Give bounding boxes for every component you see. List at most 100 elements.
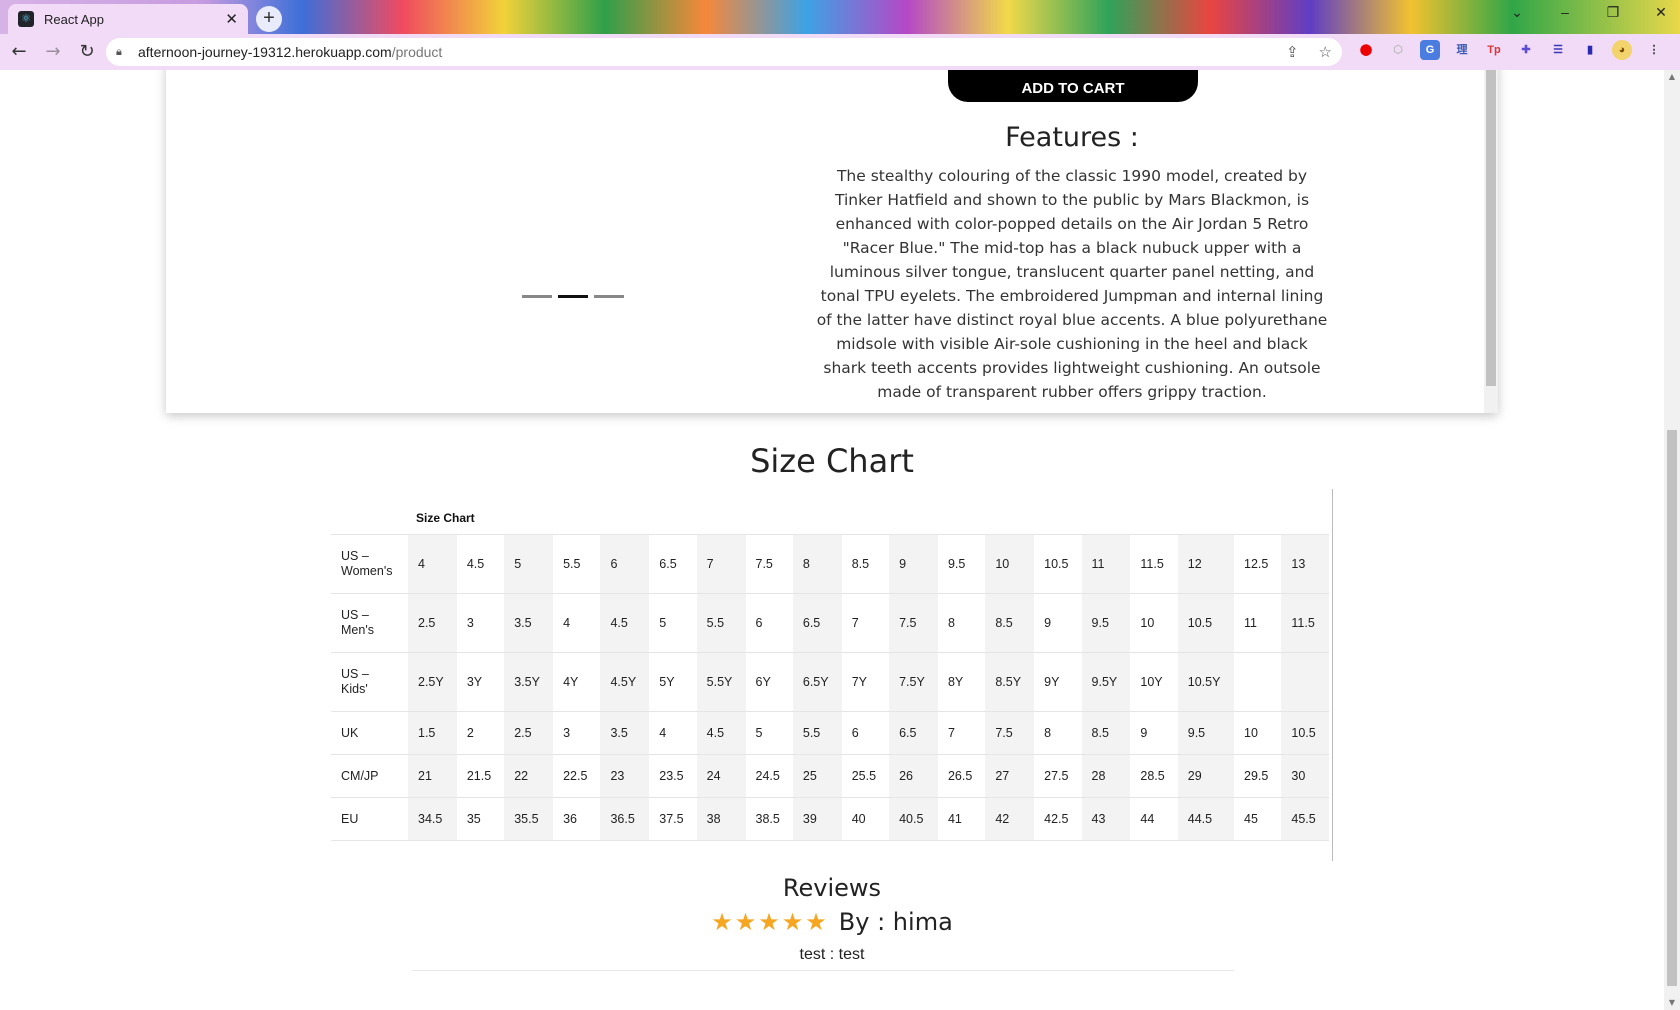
star-icon: ★: [734, 908, 757, 936]
size-cell: 25.5: [841, 754, 890, 798]
size-cell: 36: [553, 797, 601, 841]
size-cell: 9Y: [1034, 652, 1082, 712]
size-row-label: US – Women's: [331, 534, 408, 594]
size-cell: 6.5: [792, 593, 842, 653]
size-cell: 4.5: [600, 593, 650, 653]
card-scrollbar-thumb[interactable]: [1486, 70, 1496, 386]
size-cell: 42.5: [1034, 797, 1082, 841]
tp-extension-icon[interactable]: Tp: [1484, 40, 1504, 60]
reading-list-icon[interactable]: ☰: [1548, 40, 1568, 60]
size-cell: 28.5: [1130, 754, 1178, 798]
extension-icon[interactable]: ⬡: [1388, 40, 1408, 60]
size-cell: 5.5: [792, 711, 842, 755]
size-cell: 5: [504, 534, 554, 594]
reload-icon[interactable]: ↻: [72, 37, 102, 67]
restore-icon[interactable]: ❐: [1604, 4, 1622, 21]
size-cell: 9: [889, 534, 938, 594]
side-panel-icon[interactable]: ▮: [1580, 40, 1600, 60]
back-arrow-icon[interactable]: ←: [4, 37, 34, 67]
browser-tab[interactable]: ⚛ React App ✕: [8, 4, 248, 34]
size-chart-heading: Size Chart: [750, 442, 914, 480]
size-cell: 6: [745, 593, 793, 653]
size-cell: 27.5: [1034, 754, 1082, 798]
share-icon[interactable]: ⇪: [1286, 43, 1299, 61]
scroll-up-icon[interactable]: ▲: [1667, 72, 1677, 82]
size-cell: 29.5: [1234, 754, 1282, 798]
features-title: Features :: [1005, 122, 1139, 153]
scroll-down-icon[interactable]: ▼: [1667, 998, 1677, 1008]
size-cell: 7Y: [841, 652, 890, 712]
opera-extension-icon[interactable]: ⬤: [1356, 40, 1376, 60]
star-icon: ★: [711, 908, 733, 936]
size-cell: 45: [1234, 797, 1282, 841]
size-cell: 5: [745, 711, 793, 755]
puzzle-extensions-icon[interactable]: ✚: [1516, 40, 1536, 60]
size-cell: 10Y: [1130, 652, 1178, 712]
size-cell: 8Y: [937, 652, 986, 712]
size-cell: 21.5: [456, 754, 505, 798]
review-author: By : hima: [838, 908, 953, 936]
close-tab-icon[interactable]: ✕: [225, 10, 238, 28]
size-cell: 8: [1034, 711, 1082, 755]
size-cell: 3Y: [456, 652, 505, 712]
size-cell: 10: [985, 534, 1035, 594]
size-cell: 9: [1130, 711, 1178, 755]
size-cell: 7.5Y: [889, 652, 938, 712]
size-cell: 2: [456, 711, 505, 755]
size-cell: 8.5Y: [985, 652, 1035, 712]
size-cell: 42: [985, 797, 1035, 841]
profile-avatar[interactable]: ◕: [1612, 40, 1632, 60]
lock-icon[interactable]: 🔒︎: [116, 46, 128, 59]
size-row-label: EU: [331, 797, 408, 841]
size-cell: 13: [1281, 534, 1329, 594]
size-cell: 9.5Y: [1081, 652, 1131, 712]
size-cell: 8.5: [841, 534, 890, 594]
size-cell: 6Y: [745, 652, 793, 712]
size-chart-table: US – Women's 4 4.5 5 5.5 6 6.5 7 7.5 8 8.5 9 9.5 10 10…: [331, 534, 1329, 841]
page-scrollbar-thumb[interactable]: [1667, 430, 1677, 986]
size-cell: 4: [649, 711, 697, 755]
new-tab-button[interactable]: +: [256, 6, 282, 32]
minimize-icon[interactable]: –: [1556, 4, 1574, 21]
size-cell: 26.5: [937, 754, 986, 798]
size-cell: 38.5: [745, 797, 793, 841]
bookmark-star-icon[interactable]: ☆: [1319, 43, 1332, 61]
card-scrollbar[interactable]: [1484, 70, 1498, 413]
browser-tab-strip: ⚛ React App ✕ + ⌄ – ❐ ✕: [0, 0, 1680, 34]
translate-extension-icon[interactable]: G: [1420, 40, 1440, 60]
menu-kebab-icon[interactable]: ⋮: [1644, 40, 1664, 60]
carousel-indicator[interactable]: [522, 295, 552, 298]
size-cell: 35.5: [504, 797, 554, 841]
review-header: ★ ★ ★ ★ ★ By : hima: [0, 908, 1664, 936]
window-controls: ⌄ – ❐ ✕: [1508, 4, 1670, 21]
carousel-indicator-active[interactable]: [558, 295, 588, 298]
size-cell: 40: [841, 797, 890, 841]
page-viewport: ADD TO CART Features : The stealthy colo…: [0, 70, 1664, 1010]
close-window-icon[interactable]: ✕: [1652, 4, 1670, 21]
size-cell: 10: [1130, 593, 1178, 653]
tab-search-icon[interactable]: ⌄: [1508, 4, 1526, 21]
address-bar[interactable]: 🔒︎ afternoon-journey-19312.herokuapp.com…: [106, 38, 1342, 66]
add-to-cart-button[interactable]: ADD TO CART: [948, 70, 1198, 102]
carousel-indicator[interactable]: [594, 295, 624, 298]
size-cell: 6: [841, 711, 890, 755]
size-cell: 4Y: [553, 652, 601, 712]
star-icon: ★: [758, 908, 780, 936]
size-cell: 3: [553, 711, 601, 755]
size-cell: 40.5: [889, 797, 938, 841]
size-cell: 29: [1177, 754, 1235, 798]
size-cell: 6.5: [889, 711, 938, 755]
size-cell: 3.5: [504, 593, 554, 653]
size-cell: 4: [408, 534, 457, 594]
size-cell: 5.5Y: [696, 652, 746, 712]
size-row-label: UK: [331, 711, 408, 755]
dictionary-extension-icon[interactable]: 理: [1452, 40, 1472, 60]
star-icon: ★: [805, 908, 827, 936]
size-cell: 8: [792, 534, 842, 594]
size-cell: 38: [696, 797, 746, 841]
size-chart-row: CM/JP 21 21.5 22 22.5 23 23.5 24 24.5 25 25.5 26 26.…: [331, 754, 1329, 798]
forward-arrow-icon[interactable]: →: [38, 37, 68, 67]
size-cell: 5.5: [696, 593, 746, 653]
size-cell: 2.5: [504, 711, 554, 755]
page-scrollbar[interactable]: ▲ ▼: [1664, 70, 1680, 1010]
